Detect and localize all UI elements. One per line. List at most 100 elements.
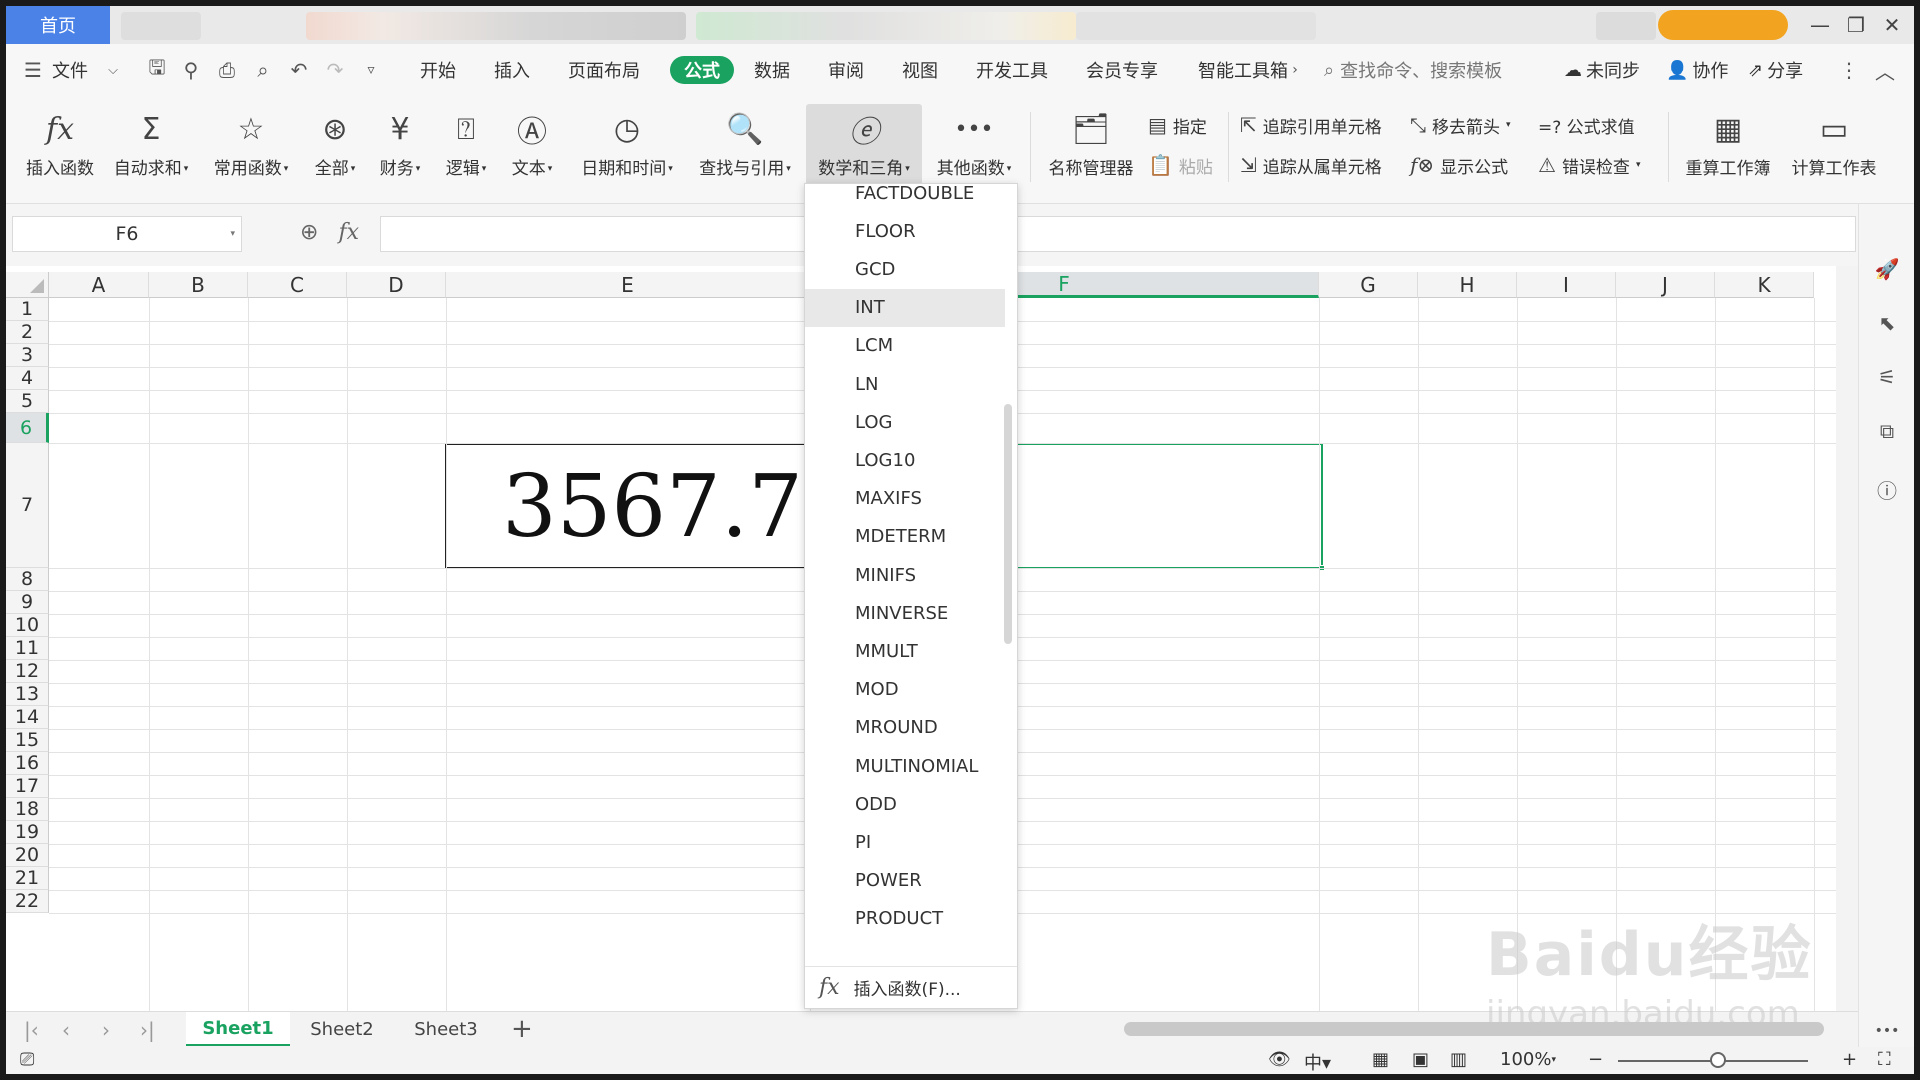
help-icon[interactable]: ⓘ — [1873, 474, 1901, 504]
name-manager-button[interactable]: 🗂 名称管理器 — [1042, 104, 1140, 192]
function-item-gcd[interactable]: GCD — [805, 250, 1005, 288]
customize-toolbar-icon[interactable]: ▿ — [358, 58, 384, 82]
chevron-down-icon[interactable]: ▾ — [230, 229, 235, 239]
function-item-log10[interactable]: LOG10 — [805, 441, 1005, 479]
row-header-21[interactable]: 21 — [6, 867, 49, 890]
more-icon[interactable]: ⋮ — [1836, 58, 1862, 82]
settings-slider-icon[interactable]: ⚟ — [1873, 362, 1901, 392]
recalc-workbook-button[interactable]: ▦ 重算工作簿 — [1678, 104, 1778, 192]
function-item-multinomial[interactable]: MULTINOMIAL — [805, 747, 1005, 785]
function-item-power[interactable]: POWER — [805, 862, 1005, 900]
reading-view-icon[interactable]: ▥ — [1450, 1049, 1467, 1070]
calc-sheet-button[interactable]: ▭ 计算工作表 — [1784, 104, 1884, 192]
redo-icon[interactable]: ↷ — [322, 58, 348, 82]
autosum-button[interactable]: Σ 自动求和 ▾ — [106, 104, 196, 192]
tab-member[interactable]: 会员专享 — [1086, 56, 1158, 84]
account-area[interactable] — [1596, 12, 1656, 40]
row-header-22[interactable]: 22 — [6, 890, 49, 913]
row-header-10[interactable]: 10 — [6, 614, 49, 637]
row-header-16[interactable]: 16 — [6, 752, 49, 775]
document-tab[interactable] — [696, 12, 1076, 40]
sheet-tab-1[interactable]: Sheet1 — [186, 1012, 290, 1046]
last-sheet-icon[interactable]: ›| — [140, 1018, 155, 1042]
column-header-D[interactable]: D — [347, 272, 446, 298]
column-header-B[interactable]: B — [149, 272, 248, 298]
evaluate-formula-button[interactable]: =? 公式求值 — [1538, 110, 1635, 140]
document-tab[interactable] — [306, 12, 686, 40]
function-item-maxifs[interactable]: MAXIFS — [805, 480, 1005, 518]
sync-status[interactable]: ☁ 未同步 — [1564, 56, 1640, 84]
row-header-12[interactable]: 12 — [6, 660, 49, 683]
function-item-product[interactable]: PRODUCT — [805, 900, 1005, 938]
row-header-4[interactable]: 4 — [6, 367, 49, 390]
close-icon[interactable]: ✕ — [1872, 10, 1912, 40]
function-item-mround[interactable]: MROUND — [805, 709, 1005, 747]
insert-function-button[interactable]: fx 插入函数 — [20, 104, 100, 192]
logical-button[interactable]: ⍰ 逻辑 ▾ — [436, 104, 496, 192]
text-functions-button[interactable]: Ⓐ 文本 ▾ — [502, 104, 562, 192]
function-item-pi[interactable]: PI — [805, 823, 1005, 861]
dropdown-scrollbar[interactable] — [1004, 404, 1012, 644]
tab-formulas[interactable]: 公式 — [670, 56, 734, 84]
row-header-19[interactable]: 19 — [6, 821, 49, 844]
row-header-14[interactable]: 14 — [6, 706, 49, 729]
file-menu[interactable]: 文件 — [52, 56, 88, 84]
select-all-corner[interactable] — [6, 272, 49, 298]
share-button[interactable]: ⇗ 分享 — [1748, 56, 1803, 84]
insert-function-menu-item[interactable]: fx 插入函数(F)... — [805, 966, 1017, 1008]
all-functions-button[interactable]: ⊛ 全部 ▾ — [306, 104, 364, 192]
command-search[interactable]: ⌕ 查找命令、搜索模板 — [1324, 58, 1502, 83]
row-header-18[interactable]: 18 — [6, 798, 49, 821]
active-cell-F6[interactable] — [1010, 443, 1325, 571]
print-icon[interactable]: ⎙ — [214, 58, 240, 82]
macro-icon[interactable]: ⎚ — [20, 1049, 34, 1070]
row-header-3[interactable]: 3 — [6, 344, 49, 367]
tab-smart-tools[interactable]: 智能工具箱 — [1198, 56, 1290, 84]
column-header-K[interactable]: K — [1715, 272, 1814, 298]
first-sheet-icon[interactable]: |‹ — [24, 1018, 39, 1042]
row-header-2[interactable]: 2 — [6, 321, 49, 344]
save-icon[interactable]: 🖫 — [144, 55, 170, 82]
chevron-right-icon[interactable]: › — [1282, 58, 1308, 82]
lookup-reference-button[interactable]: 🔍 查找与引用 ▾ — [690, 104, 800, 192]
tab-view[interactable]: 视图 — [902, 56, 938, 84]
zoom-in-icon[interactable]: + — [1842, 1049, 1857, 1070]
tab-page-layout[interactable]: 页面布局 — [568, 56, 640, 84]
pointer-icon[interactable]: ⬉ — [1873, 308, 1901, 338]
formula-input[interactable] — [380, 216, 1856, 252]
zoom-level[interactable]: 100% ▾ — [1500, 1049, 1556, 1070]
format-painter-icon[interactable]: ⚲ — [178, 58, 204, 82]
zoom-formula-icon[interactable]: ⊕ — [300, 220, 318, 245]
collapse-ribbon-icon[interactable]: ︿ — [1872, 58, 1898, 84]
function-item-ln[interactable]: LN — [805, 365, 1005, 403]
trace-precedents-button[interactable]: ⇱ 追踪引用单元格 — [1240, 110, 1382, 140]
remove-arrows-button[interactable]: ⤡ 移去箭头 ▾ — [1410, 110, 1511, 140]
other-functions-button[interactable]: ••• 其他函数 ▾ — [928, 104, 1020, 192]
add-sheet-icon[interactable]: + — [511, 1014, 533, 1044]
print-preview-icon[interactable]: ⌕ — [250, 58, 276, 82]
row-header-15[interactable]: 15 — [6, 729, 49, 752]
fullscreen-icon[interactable]: ⛶ — [1878, 1049, 1891, 1070]
column-header-A[interactable]: A — [49, 272, 149, 298]
common-functions-button[interactable]: ☆ 常用函数 ▾ — [206, 104, 296, 192]
row-header-6[interactable]: 6 — [6, 413, 49, 443]
hamburger-icon[interactable]: ☰ — [20, 58, 46, 82]
normal-view-icon[interactable]: ▦ — [1372, 1049, 1389, 1070]
restore-icon[interactable]: ❐ — [1836, 10, 1876, 40]
function-item-factdouble[interactable]: FACTDOUBLE — [805, 184, 1005, 212]
datetime-button[interactable]: ◷ 日期和时间 ▾ — [572, 104, 682, 192]
row-header-11[interactable]: 11 — [6, 637, 49, 660]
function-item-log[interactable]: LOG — [805, 403, 1005, 441]
row-header-8[interactable]: 8 — [6, 568, 49, 591]
function-item-mdeterm[interactable]: MDETERM — [805, 518, 1005, 556]
row-header-7[interactable]: 7 — [6, 443, 49, 568]
chevron-down-icon[interactable]: ⌵ — [100, 58, 126, 82]
input-method-icon[interactable]: 中▾ — [1304, 1049, 1331, 1074]
row-header-13[interactable]: 13 — [6, 683, 49, 706]
show-formulas-button[interactable]: f⊗ 显示公式 — [1410, 150, 1508, 180]
document-tab[interactable] — [121, 12, 201, 40]
column-header-G[interactable]: G — [1319, 272, 1418, 298]
tab-data[interactable]: 数据 — [754, 56, 790, 84]
document-tab[interactable] — [1076, 12, 1316, 40]
column-header-C[interactable]: C — [248, 272, 347, 298]
